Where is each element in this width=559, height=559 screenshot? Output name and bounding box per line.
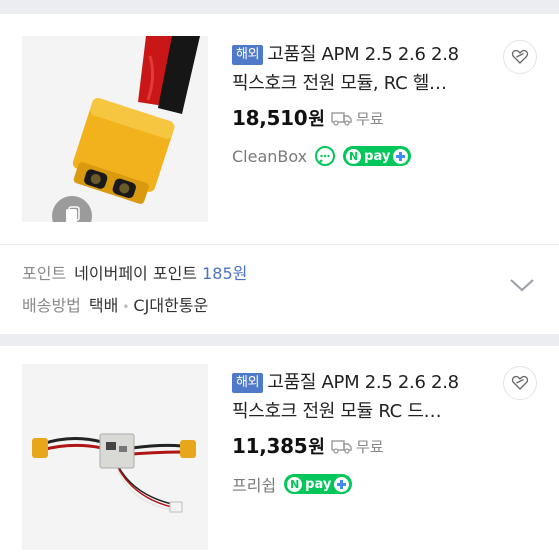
wishlist-heart-button[interactable]	[503, 40, 537, 74]
npay-plus-badge: N pay	[284, 474, 353, 494]
talktalk-icon[interactable]	[315, 146, 336, 166]
plus-icon	[334, 476, 350, 492]
product-card[interactable]: 해외 고품질 APM 2.5 2.6 2.8 픽스호크 전원 모듈, RC 헬… …	[0, 14, 559, 244]
npay-plus-badge: N pay	[343, 146, 412, 166]
delivery-label: 배송방법	[22, 296, 81, 315]
product-title[interactable]: 해외 고품질 APM 2.5 2.6 2.8 픽스호크 전원 모듈, RC 헬…	[232, 40, 499, 98]
npay-label: pay	[305, 476, 332, 492]
product-price: 18,510	[232, 106, 308, 130]
product-card[interactable]: 해외 고품질 APM 2.5 2.6 2.8 픽스호크 전원 모듈 RC 드… 1…	[0, 346, 559, 559]
product-title[interactable]: 해외 고품질 APM 2.5 2.6 2.8 픽스호크 전원 모듈 RC 드…	[232, 368, 499, 426]
point-value: 185원	[202, 264, 248, 283]
truck-icon	[331, 112, 352, 126]
title-line-2: 픽스호크 전원 모듈, RC 헬…	[232, 73, 447, 94]
point-name: 네이버페이 포인트	[74, 264, 198, 283]
shipping-info-panel[interactable]: 포인트 네이버페이 포인트 185원 배송방법 택배 • CJ대한통운	[0, 244, 559, 334]
delivery-row: 배송방법 택배 • CJ대한통운	[22, 294, 208, 319]
seller-name[interactable]: 프리쉽	[232, 472, 276, 496]
title-line-1: 고품질 APM 2.5 2.6 2.8	[267, 372, 459, 393]
currency-label: 원	[308, 437, 325, 458]
npay-n-icon: N	[287, 476, 303, 492]
heart-icon	[511, 49, 529, 64]
chevron-down-icon[interactable]	[509, 277, 535, 293]
plus-icon	[393, 148, 409, 164]
title-line-2: 픽스호크 전원 모듈 RC 드…	[232, 401, 442, 422]
currency-label: 원	[308, 109, 325, 130]
free-shipping-label: 무료	[355, 109, 384, 128]
point-row: 포인트 네이버페이 포인트 185원	[22, 262, 247, 286]
title-line-1: 고품질 APM 2.5 2.6 2.8	[267, 44, 459, 65]
product-image[interactable]	[22, 36, 208, 222]
truck-icon	[331, 440, 352, 454]
product-price: 11,385	[232, 434, 308, 458]
npay-label: pay	[364, 148, 391, 164]
overseas-badge: 해외	[232, 373, 264, 393]
product-image[interactable]	[22, 364, 208, 550]
delivery-type: 택배	[88, 296, 119, 315]
delivery-company: CJ대한통운	[133, 296, 209, 315]
separator-dot: •	[122, 300, 130, 314]
free-shipping-label: 무료	[355, 437, 384, 456]
point-label: 포인트	[22, 264, 67, 283]
heart-icon	[511, 375, 529, 390]
npay-n-icon: N	[346, 148, 362, 164]
seller-name[interactable]: CleanBox	[232, 147, 307, 166]
wishlist-heart-button[interactable]	[503, 366, 537, 400]
overseas-badge: 해외	[232, 45, 264, 65]
